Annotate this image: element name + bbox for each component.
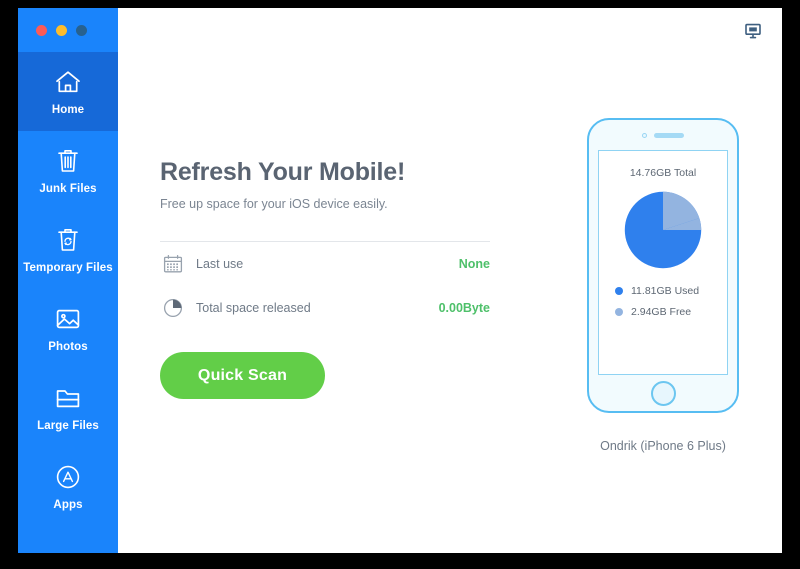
sidebar-item-label: Photos (48, 341, 88, 353)
phone-top-bezel (589, 120, 737, 150)
stat-label: Total space released (196, 301, 311, 315)
legend-item-used: 11.81GB Used (615, 285, 699, 297)
main-content: Refresh Your Mobile! Free up space for y… (118, 8, 782, 553)
sidebar: Home Junk Files Temporary Files Photos L… (18, 8, 118, 553)
page-title: Refresh Your Mobile! (160, 158, 406, 186)
quick-scan-button[interactable]: Quick Scan (160, 352, 325, 399)
stat-row-total-space-released: Total space released 0.00Byte (160, 286, 490, 330)
sidebar-item-home[interactable]: Home (18, 52, 118, 131)
sidebar-item-label: Junk Files (39, 183, 97, 195)
trash-icon (53, 146, 83, 176)
phone-home-button[interactable] (650, 380, 676, 406)
calendar-icon (160, 251, 186, 277)
pie-icon (160, 295, 186, 321)
minimize-button[interactable] (56, 24, 67, 36)
phone-screen: 14.76GB Total 11.81GB Used 2.94GB Free (598, 150, 728, 375)
device-name-label: Ondrik (iPhone 6 Plus) (600, 439, 726, 453)
sidebar-item-label: Large Files (37, 420, 99, 432)
storage-legend: 11.81GB Used 2.94GB Free (615, 285, 699, 318)
window-controls (18, 8, 118, 52)
legend-swatch (615, 287, 623, 295)
legend-label: 2.94GB Free (631, 306, 692, 318)
overview-panel: Refresh Your Mobile! Free up space for y… (160, 158, 490, 399)
stat-row-last-use: Last use None (160, 242, 490, 286)
close-button[interactable] (36, 24, 47, 36)
device-storage-panel: 14.76GB Total 11.81GB Used 2.94GB Free O… (548, 118, 778, 453)
legend-swatch (615, 308, 623, 316)
phone-mockup: 14.76GB Total 11.81GB Used 2.94GB Free (587, 118, 739, 413)
home-icon (53, 67, 83, 97)
page-subtitle: Free up space for your iOS device easily… (160, 197, 388, 211)
sidebar-item-label: Temporary Files (23, 262, 113, 274)
sidebar-item-large-files[interactable]: Large Files (18, 368, 118, 447)
legend-label: 11.81GB Used (631, 285, 700, 297)
phone-bottom-bezel (589, 375, 737, 411)
sidebar-item-apps[interactable]: Apps (18, 447, 118, 526)
stat-value: 0.00Byte (438, 301, 490, 315)
monitor-icon[interactable] (742, 20, 764, 42)
sidebar-item-temporary-files[interactable]: Temporary Files (18, 210, 118, 289)
photo-icon (53, 304, 83, 334)
zoom-button[interactable] (76, 24, 87, 36)
sidebar-item-label: Apps (53, 499, 83, 511)
legend-item-free: 2.94GB Free (615, 306, 699, 318)
camera-icon (642, 132, 647, 138)
app-store-icon (53, 462, 83, 492)
stat-value: None (458, 257, 490, 271)
folder-icon (53, 383, 83, 413)
sidebar-item-photos[interactable]: Photos (18, 289, 118, 368)
storage-total-label: 14.76GB Total (629, 167, 697, 179)
sidebar-item-label: Home (51, 104, 85, 116)
recycle-trash-icon (53, 225, 83, 255)
speaker-grille-icon (654, 132, 684, 138)
sidebar-item-junk-files[interactable]: Junk Files (18, 131, 118, 210)
storage-pie-chart (624, 191, 702, 269)
stat-label: Last use (196, 257, 244, 271)
application-window: Home Junk Files Temporary Files Photos L… (18, 8, 782, 553)
